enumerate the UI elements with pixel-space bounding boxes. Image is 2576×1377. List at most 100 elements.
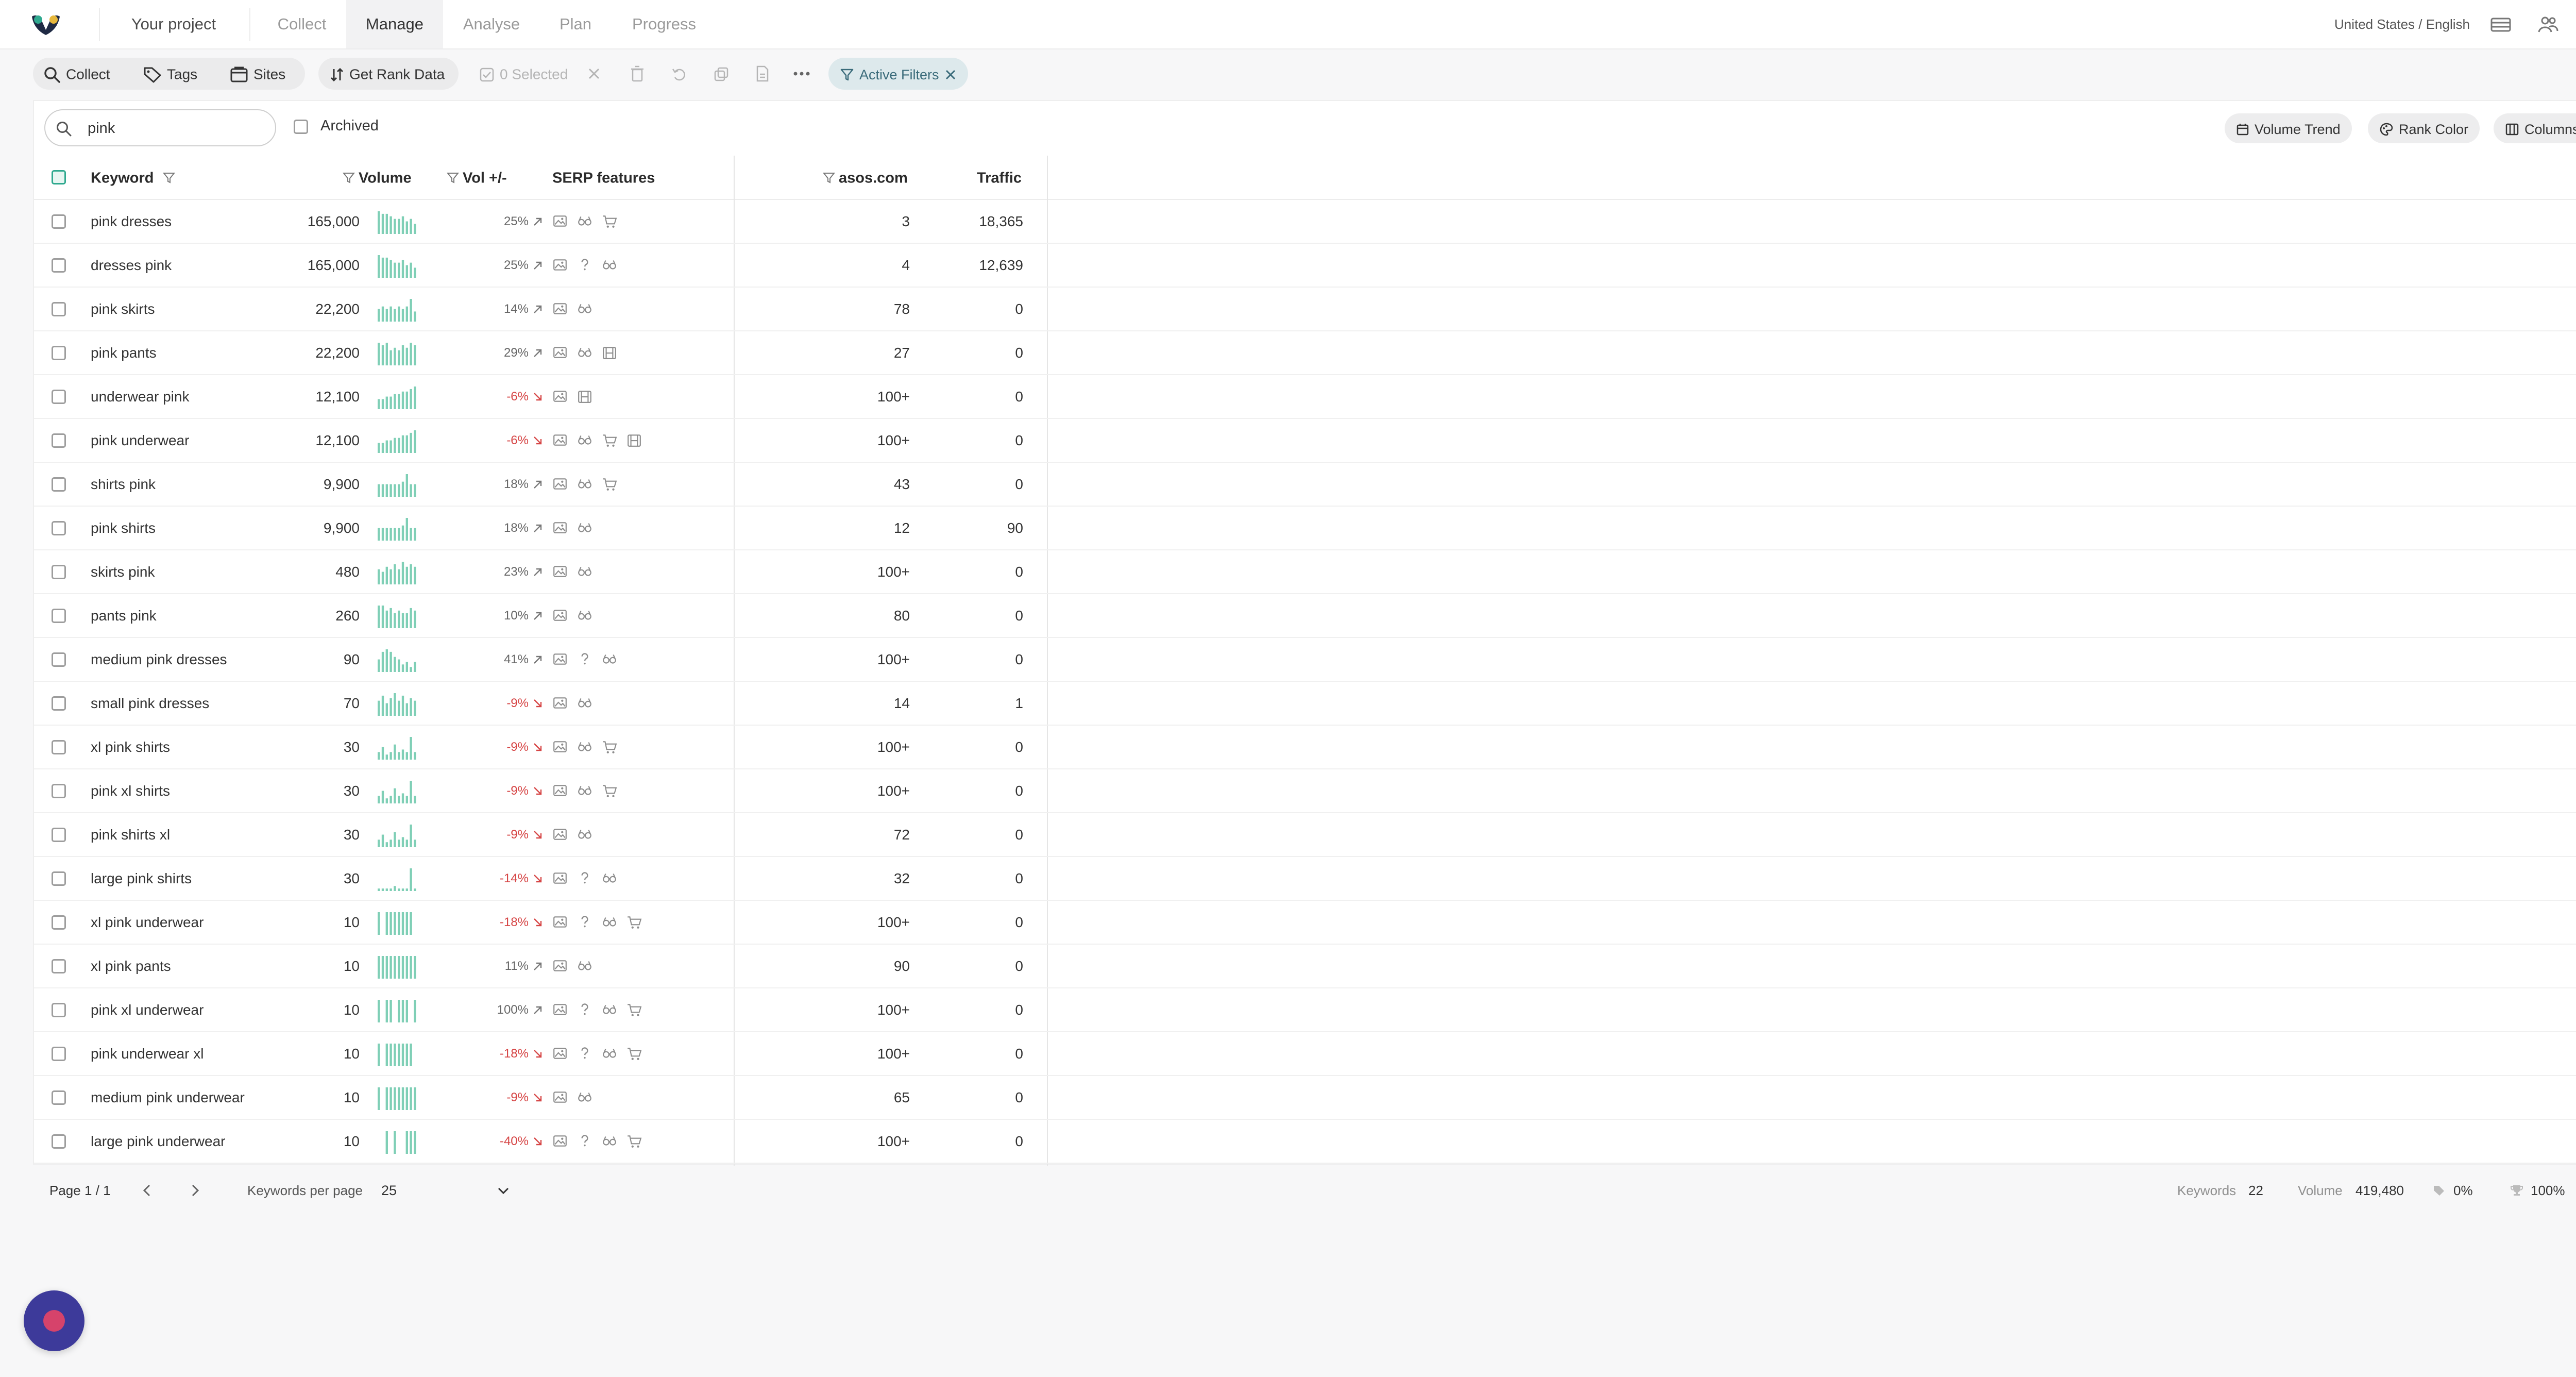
nav-your-project[interactable]: Your project (120, 0, 228, 48)
keyword-cell[interactable]: large pink shirts (91, 857, 192, 900)
glasses-icon[interactable] (577, 695, 592, 711)
shopping-cart-icon[interactable] (626, 1046, 642, 1061)
image-icon[interactable] (552, 301, 568, 316)
question-icon[interactable] (577, 1046, 592, 1061)
nav-tab-analyse[interactable]: Analyse (450, 0, 533, 48)
shopping-cart-icon[interactable] (602, 476, 617, 492)
image-icon[interactable] (552, 345, 568, 360)
nav-tab-progress[interactable]: Progress (620, 0, 708, 48)
question-icon[interactable] (577, 651, 592, 667)
app-logo-icon[interactable] (30, 12, 62, 37)
glasses-icon[interactable] (577, 564, 592, 579)
glasses-icon[interactable] (602, 914, 617, 930)
question-icon[interactable] (577, 870, 592, 886)
sites-button[interactable]: Sites (230, 58, 285, 90)
row-checkbox[interactable] (52, 696, 66, 711)
question-icon[interactable] (577, 1133, 592, 1149)
select-all-checkbox[interactable] (52, 170, 66, 184)
glasses-icon[interactable] (577, 213, 592, 229)
column-header-vol-change[interactable]: Vol +/- (446, 156, 507, 199)
table-row[interactable]: pants pink 260 10% 80 0 (34, 594, 2576, 638)
image-icon[interactable] (552, 257, 568, 273)
search-input[interactable] (87, 116, 264, 140)
glasses-icon[interactable] (577, 608, 592, 623)
table-row[interactable]: shirts pink 9,900 18% 43 0 (34, 463, 2576, 507)
table-row[interactable]: skirts pink 480 23% 100+ 0 (34, 550, 2576, 594)
table-row[interactable]: xl pink underwear 10 -18% 100+ 0 (34, 901, 2576, 945)
active-filters-button[interactable]: Active Filters (828, 58, 968, 90)
row-checkbox[interactable] (52, 959, 66, 973)
row-checkbox[interactable] (52, 521, 66, 535)
table-row[interactable]: medium pink dresses 90 41% 100+ 0 (34, 638, 2576, 682)
table-row[interactable]: medium pink underwear 10 -9% 65 0 (34, 1076, 2576, 1120)
volume-trend-button[interactable]: Volume Trend (2225, 113, 2352, 143)
table-row[interactable]: pink underwear 12,100 -6% 100+ 0 (34, 419, 2576, 463)
keyword-cell[interactable]: pink xl shirts (91, 769, 170, 812)
glasses-icon[interactable] (577, 476, 592, 492)
table-row[interactable]: pink shirts 9,900 18% 12 90 (34, 507, 2576, 550)
glasses-icon[interactable] (577, 827, 592, 842)
keyword-cell[interactable]: pink skirts (91, 288, 155, 330)
clear-selection-icon[interactable] (587, 67, 601, 80)
table-row[interactable]: large pink shirts 30 -14% 32 0 (34, 857, 2576, 901)
nav-tab-plan[interactable]: Plan (547, 0, 604, 48)
table-row[interactable]: xl pink pants 10 11% 90 0 (34, 945, 2576, 988)
row-checkbox[interactable] (52, 740, 66, 754)
image-icon[interactable] (552, 564, 568, 579)
image-icon[interactable] (552, 1002, 568, 1017)
image-icon[interactable] (552, 476, 568, 492)
keyword-cell[interactable]: xl pink shirts (91, 726, 170, 768)
glasses-icon[interactable] (577, 301, 592, 316)
image-icon[interactable] (552, 213, 568, 229)
help-chat-button[interactable] (24, 1290, 84, 1351)
shopping-cart-icon[interactable] (626, 1002, 642, 1017)
video-icon[interactable] (602, 345, 617, 360)
table-row[interactable]: pink xl shirts 30 -9% 100+ 0 (34, 769, 2576, 813)
glasses-icon[interactable] (577, 520, 592, 535)
image-icon[interactable] (552, 695, 568, 711)
image-icon[interactable] (552, 739, 568, 754)
trash-icon[interactable] (630, 65, 645, 82)
image-icon[interactable] (552, 389, 568, 404)
column-header-site-rank[interactable]: asos.com (822, 156, 908, 199)
image-icon[interactable] (552, 1133, 568, 1149)
glasses-icon[interactable] (577, 345, 592, 360)
column-header-traffic[interactable]: Traffic (977, 156, 1022, 199)
row-checkbox[interactable] (52, 915, 66, 930)
keyword-cell[interactable]: pants pink (91, 594, 157, 637)
undo-icon[interactable] (671, 66, 687, 82)
row-checkbox[interactable] (52, 214, 66, 229)
row-checkbox[interactable] (52, 302, 66, 316)
keyword-cell[interactable]: pink pants (91, 331, 157, 374)
filter-icon[interactable] (162, 171, 176, 184)
keyword-search-box[interactable] (44, 109, 276, 146)
table-row[interactable]: small pink dresses 70 -9% 14 1 (34, 682, 2576, 726)
question-icon[interactable] (577, 1002, 592, 1017)
keyword-cell[interactable]: medium pink dresses (91, 638, 227, 681)
copy-icon[interactable] (713, 66, 730, 82)
keyword-cell[interactable]: skirts pink (91, 550, 155, 593)
image-icon[interactable] (552, 1089, 568, 1105)
image-icon[interactable] (552, 520, 568, 535)
chevron-right-icon[interactable] (188, 1183, 202, 1198)
keyword-cell[interactable]: shirts pink (91, 463, 156, 506)
keyword-cell[interactable]: pink shirts xl (91, 813, 170, 856)
image-icon[interactable] (552, 432, 568, 448)
team-icon[interactable] (2537, 14, 2560, 35)
more-options-icon[interactable] (792, 68, 811, 79)
image-icon[interactable] (552, 1046, 568, 1061)
keyword-cell[interactable]: xl pink pants (91, 945, 171, 987)
image-icon[interactable] (552, 783, 568, 798)
keyword-cell[interactable]: large pink underwear (91, 1120, 226, 1163)
keyword-cell[interactable]: pink underwear xl (91, 1032, 204, 1075)
table-row[interactable]: pink pants 22,200 29% 27 0 (34, 331, 2576, 375)
keyword-cell[interactable]: pink underwear (91, 419, 189, 462)
row-checkbox[interactable] (52, 565, 66, 579)
keyword-cell[interactable]: underwear pink (91, 375, 189, 418)
keyword-cell[interactable]: pink shirts (91, 507, 156, 549)
video-icon[interactable] (577, 389, 592, 404)
glasses-icon[interactable] (602, 1133, 617, 1149)
keyword-cell[interactable]: pink xl underwear (91, 988, 204, 1031)
glasses-icon[interactable] (602, 651, 617, 667)
filter-icon[interactable] (342, 171, 355, 184)
